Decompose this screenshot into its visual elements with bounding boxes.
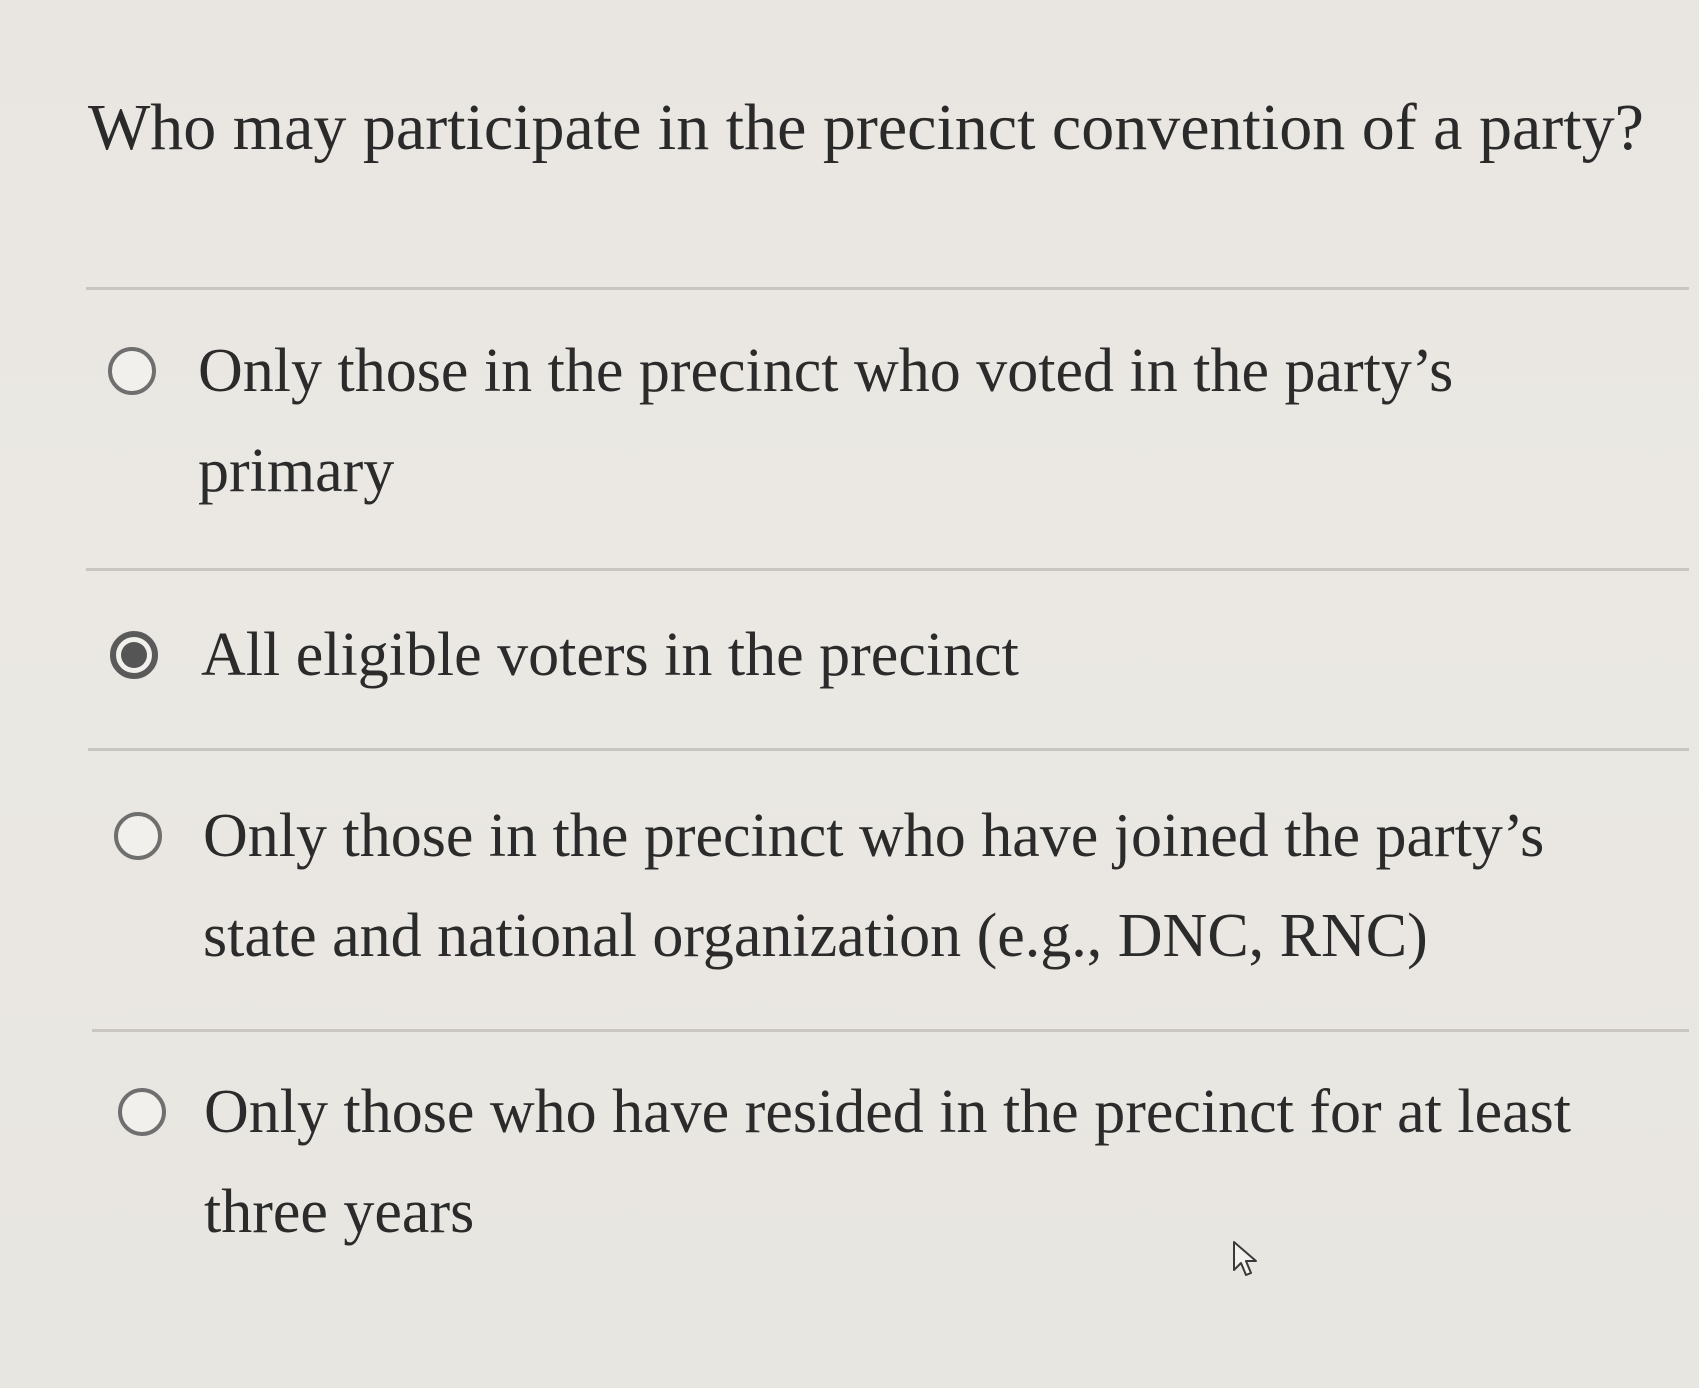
radio-button-icon[interactable]: [114, 812, 162, 860]
answer-option-label: All eligible voters in the precinct: [201, 621, 1019, 689]
divider: [88, 748, 1689, 751]
answer-option-label: Only those in the precinct who voted in …: [198, 337, 1454, 505]
question-text: Who may participate in the precinct conv…: [88, 91, 1644, 164]
answer-option-label: Only those who have resided in the preci…: [204, 1078, 1571, 1246]
divider: [86, 568, 1689, 571]
divider: [92, 1029, 1689, 1032]
quiz-page: Who may participate in the precinct conv…: [0, 0, 1699, 1388]
radio-button-icon[interactable]: [108, 347, 156, 395]
answer-option-label: Only those in the precinct who have join…: [203, 802, 1545, 970]
answer-option-4[interactable]: Only those who have resided in the preci…: [108, 1062, 1668, 1262]
radio-button-selected-icon[interactable]: [110, 631, 158, 679]
divider: [86, 287, 1689, 290]
mouse-pointer-icon: [1233, 1241, 1257, 1276]
answer-option-1[interactable]: Only those in the precinct who voted in …: [108, 321, 1668, 521]
radio-button-icon[interactable]: [118, 1088, 166, 1136]
answer-option-3[interactable]: Only those in the precinct who have join…: [108, 786, 1668, 986]
answer-option-2[interactable]: All eligible voters in the precinct: [108, 605, 1668, 705]
